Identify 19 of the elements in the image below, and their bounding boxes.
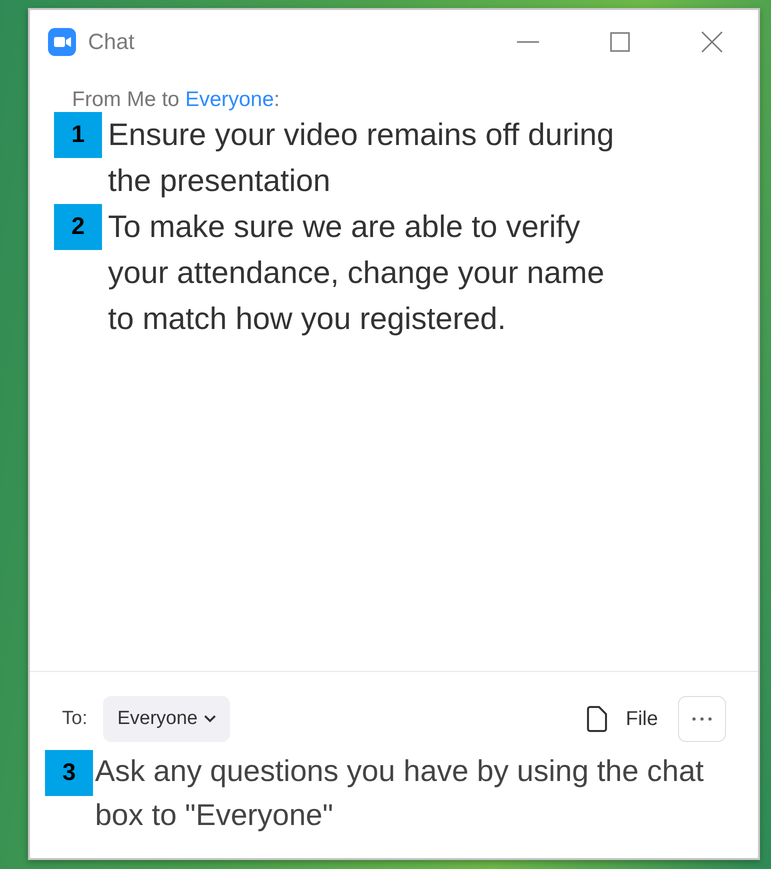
number-badge: 1 (54, 112, 102, 158)
window-title: Chat (88, 29, 136, 55)
maximize-icon (610, 32, 630, 52)
message-text: Ensure your video remains off during the presentation (108, 116, 616, 200)
close-icon (701, 31, 723, 53)
message-input[interactable]: Ask any questions you have by using the chat box to "Everyone" (95, 750, 715, 838)
to-label: To: (62, 708, 88, 730)
number-badge: 2 (54, 204, 102, 250)
message-header: From Me to Everyone: (72, 88, 281, 112)
recipient-dropdown[interactable]: Everyone (103, 696, 230, 742)
ellipsis-icon (692, 717, 712, 721)
chevron-down-icon (204, 715, 216, 723)
document-icon (586, 705, 608, 733)
number-badge: 3 (45, 750, 93, 796)
more-button[interactable] (678, 696, 726, 742)
file-button[interactable]: File (586, 705, 678, 733)
message-text: To make sure we are able to verify your attendance, change your name to match how you registered. (108, 208, 606, 338)
video-camera-icon (48, 28, 76, 56)
minimize-icon (517, 41, 539, 43)
